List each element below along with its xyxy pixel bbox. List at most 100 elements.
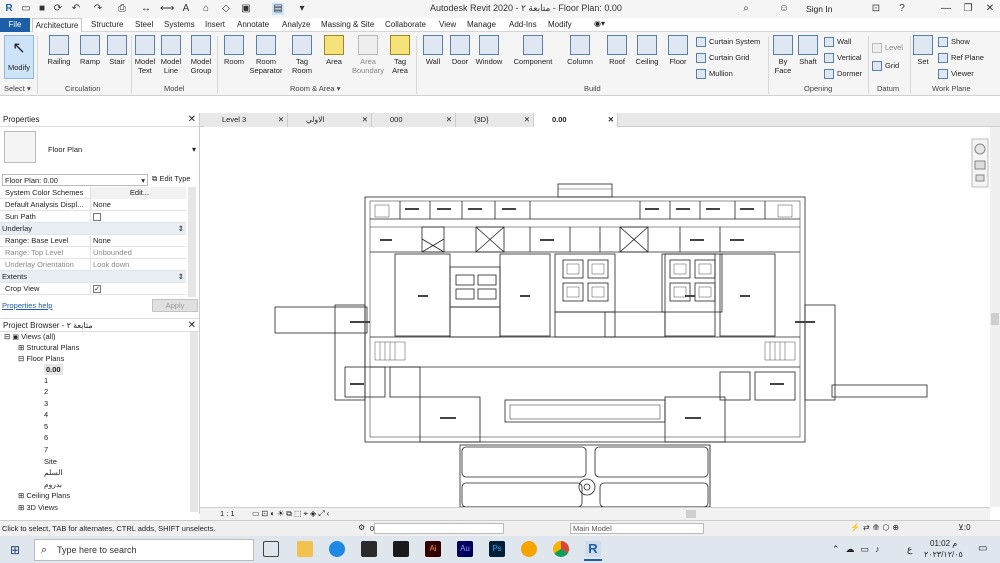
tree-view-7[interactable]: 7 bbox=[44, 444, 48, 455]
browser-scrollbar[interactable] bbox=[190, 332, 198, 512]
chrome-icon[interactable] bbox=[553, 541, 569, 557]
horizontal-scroll-thumb[interactable] bbox=[686, 510, 696, 518]
section-underlay[interactable]: Underlay ⇕ bbox=[0, 223, 186, 235]
group-room-area[interactable]: Room & Area ▾ bbox=[290, 84, 340, 93]
column-button[interactable]: Column bbox=[565, 35, 595, 66]
tab-0-00[interactable]: 0.00 ✕ bbox=[534, 113, 618, 127]
tree-view-2[interactable]: 2 bbox=[44, 386, 48, 397]
revit-logo-icon[interactable]: R bbox=[3, 3, 15, 15]
tree-floor-plans[interactable]: ⊟ Floor Plans bbox=[18, 353, 64, 364]
help-icon[interactable]: ? bbox=[896, 3, 908, 15]
wall-opening-button[interactable]: Wall bbox=[824, 36, 851, 48]
model-line-button[interactable]: Model Line bbox=[158, 35, 184, 75]
tree-view-stair[interactable]: السلم bbox=[44, 467, 63, 478]
photoshop-icon[interactable]: Ps bbox=[489, 541, 505, 557]
canvas-vertical-scrollbar[interactable] bbox=[990, 127, 1000, 507]
filter-icon[interactable]: ⊻:0 bbox=[958, 523, 971, 532]
text-icon[interactable]: A bbox=[180, 3, 192, 15]
search-icon[interactable]: ⌕ bbox=[740, 3, 752, 15]
edge-icon[interactable] bbox=[329, 541, 345, 557]
shaft-button[interactable]: Shaft bbox=[796, 35, 820, 66]
section-icon[interactable]: ◇ bbox=[220, 3, 232, 15]
open-icon[interactable]: ▭ bbox=[20, 3, 32, 15]
close-icon[interactable]: ✕ bbox=[188, 113, 196, 127]
level-button[interactable]: Level bbox=[872, 42, 903, 54]
restore-button[interactable]: ❐ bbox=[962, 3, 974, 15]
cart-icon[interactable]: ⊡ bbox=[870, 3, 882, 15]
selection-filter-icons[interactable]: ⚡⇄⟰⬡⊕ bbox=[850, 523, 902, 532]
ramp-button[interactable]: Ramp bbox=[77, 35, 103, 66]
component-button[interactable]: Component bbox=[510, 35, 556, 66]
window-button[interactable]: Window bbox=[473, 35, 505, 66]
wall-button[interactable]: Wall bbox=[420, 35, 446, 66]
curtain-system-button[interactable]: Curtain System bbox=[696, 36, 760, 48]
tree-view-0-00[interactable]: 0.00 bbox=[44, 364, 63, 375]
edit-color-schemes-button[interactable]: Edit... bbox=[90, 187, 186, 199]
tab-architecture[interactable]: Architecture bbox=[32, 18, 82, 32]
tree-view-4[interactable]: 4 bbox=[44, 409, 48, 420]
revit-taskbar-icon[interactable]: R bbox=[585, 541, 601, 557]
close-icon[interactable]: ✕ bbox=[188, 319, 196, 333]
redo-icon[interactable]: ↷ bbox=[92, 3, 104, 15]
switch-windows-icon[interactable]: ▤ bbox=[272, 3, 284, 15]
system-tray-icons[interactable]: ⌃☁▭♪ bbox=[832, 544, 886, 555]
sync-icon[interactable]: ⟳ bbox=[52, 3, 64, 15]
apply-button[interactable]: Apply bbox=[152, 299, 198, 312]
file-explorer-icon[interactable] bbox=[297, 541, 313, 557]
3d-view-icon[interactable]: ⌂ bbox=[200, 3, 212, 15]
floor-button[interactable]: Floor bbox=[664, 35, 692, 66]
drawing-canvas[interactable] bbox=[200, 127, 990, 508]
tab-file[interactable]: File bbox=[0, 18, 30, 32]
type-dropdown-icon[interactable]: ▾ bbox=[192, 145, 196, 154]
windows-start-icon[interactable]: ⊞ bbox=[10, 543, 24, 557]
design-option-dropdown[interactable]: Main Model bbox=[570, 523, 704, 534]
model-text-button[interactable]: Model Text bbox=[132, 35, 158, 75]
clock-time[interactable]: 01:02 م bbox=[930, 539, 957, 548]
minimize-button[interactable]: — bbox=[940, 3, 952, 15]
tab-systems[interactable]: Systems bbox=[164, 20, 195, 29]
scroll-thumb[interactable] bbox=[991, 313, 999, 325]
tab-analyze[interactable]: Analyze bbox=[282, 20, 310, 29]
door-button[interactable]: Door bbox=[447, 35, 473, 66]
model-group-button[interactable]: Model Group bbox=[187, 35, 215, 75]
view-controls-icons[interactable]: ▭⊡◐☀⧉⬚⌖◈⤢‹ bbox=[252, 509, 331, 519]
audition-icon[interactable]: Au bbox=[457, 541, 473, 557]
input-language[interactable]: ع bbox=[907, 544, 912, 555]
room-button[interactable]: Room bbox=[220, 35, 248, 66]
workset-dropdown[interactable] bbox=[374, 523, 504, 534]
mullion-button[interactable]: Mullion bbox=[696, 68, 733, 80]
navigation-bar[interactable] bbox=[971, 138, 989, 188]
user-icon[interactable]: ☺ bbox=[778, 3, 790, 15]
tab-structure[interactable]: Structure bbox=[91, 20, 123, 29]
tab-insert[interactable]: Insert bbox=[205, 20, 225, 29]
tab-manage[interactable]: Manage bbox=[467, 20, 496, 29]
undo-icon[interactable]: ↶ bbox=[70, 3, 82, 15]
tree-view-3[interactable]: 3 bbox=[44, 398, 48, 409]
clock-date[interactable]: ٢٠٢٣/١٢/٠٥ bbox=[924, 550, 963, 559]
tag-area-button[interactable]: Tag Area bbox=[387, 35, 413, 75]
taskbar-search-box[interactable]: ⌕ Type here to search bbox=[34, 539, 254, 561]
tree-structural-plans[interactable]: ⊞ Structural Plans bbox=[18, 342, 79, 353]
tree-view-5[interactable]: 5 bbox=[44, 421, 48, 432]
crop-view-checkbox[interactable]: ✓ bbox=[93, 285, 101, 293]
show-button[interactable]: Show bbox=[938, 36, 970, 48]
area-button[interactable]: Area bbox=[320, 35, 348, 66]
by-face-button[interactable]: By Face bbox=[772, 35, 794, 75]
edit-type-button[interactable]: ⧉ Edit Type bbox=[152, 174, 191, 184]
tab-view[interactable]: View bbox=[439, 20, 456, 29]
sun-path-checkbox[interactable] bbox=[93, 213, 101, 221]
tab-000[interactable]: 000 ✕ bbox=[372, 113, 456, 127]
ribbon-toggle-icon[interactable]: ◉▾ bbox=[594, 19, 605, 28]
illustrator-icon[interactable]: Ai bbox=[425, 541, 441, 557]
close-hidden-icon[interactable]: ▣ bbox=[240, 3, 252, 15]
group-select[interactable]: Select ▾ bbox=[4, 84, 31, 93]
ref-plane-button[interactable]: Ref Plane bbox=[938, 52, 984, 64]
tree-view-site[interactable]: Site bbox=[44, 456, 57, 467]
tab-modify[interactable]: Modify bbox=[548, 20, 572, 29]
area-boundary-button[interactable]: Area Boundary bbox=[350, 35, 386, 75]
customize-qat-icon[interactable]: ▾ bbox=[296, 3, 308, 15]
save-icon[interactable]: ■ bbox=[36, 3, 48, 15]
modify-button[interactable]: ↖ Modify bbox=[4, 35, 34, 79]
tag-room-button[interactable]: Tag Room bbox=[288, 35, 316, 75]
scale-label[interactable]: 1 : 1 bbox=[220, 509, 235, 518]
